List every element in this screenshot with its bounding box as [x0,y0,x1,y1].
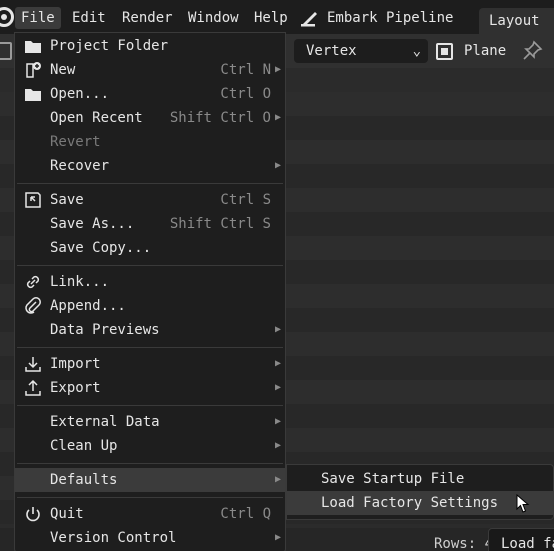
save-icon [25,192,41,208]
pin-icon[interactable] [521,40,543,62]
menu-item-label: Revert [50,134,101,150]
plane-icon[interactable] [436,43,453,60]
menu-window[interactable]: Window [182,7,245,29]
menu-separator [17,347,283,348]
menu-item-shortcut: Ctrl N [220,62,271,78]
submenu-item-save-startup-file[interactable]: Save Startup File [287,467,553,491]
submenu-item-label: Save Startup File [321,471,465,487]
folder-icon [25,41,41,53]
top-menu-bar: File Edit Render Window Help Embark Pipe… [0,0,554,34]
menu-item-revert: Revert [15,130,285,154]
menu-item-quit[interactable]: Quit Ctrl Q [15,502,285,526]
select-mode-value: Vertex [306,43,357,59]
menu-item-label: Data Previews [50,322,160,338]
menu-item-save-copy[interactable]: Save Copy... [15,236,285,260]
menu-item-data-previews[interactable]: Data Previews ▶ [15,318,285,342]
menu-item-clean-up[interactable]: Clean Up ▶ [15,434,285,458]
link-icon [26,275,40,289]
menu-item-link[interactable]: Link... [15,270,285,294]
append-icon [25,297,41,314]
submenu-arrow-icon: ▶ [274,532,281,543]
import-icon [25,357,41,372]
menu-separator [17,265,283,266]
menu-item-shortcut: Ctrl S [220,192,271,208]
menu-item-label: Export [50,380,101,396]
menu-item-external-data[interactable]: External Data ▶ [15,410,285,434]
menu-item-label: Open... [50,86,110,102]
menu-item-label: Quit [50,506,84,522]
menu-item-label: Open Recent [50,110,143,126]
submenu-arrow-icon: ▶ [274,416,281,427]
menu-item-label: Clean Up [50,438,118,454]
editor-type-icon[interactable] [0,42,12,60]
export-icon [25,379,41,396]
menu-help[interactable]: Help [248,7,294,29]
submenu-item-label: Load Factory Settings [321,495,499,511]
menu-item-label: Save As... [50,216,135,232]
menu-item-defaults[interactable]: Defaults ▶ [15,468,285,492]
menu-separator [17,497,283,498]
menu-item-label: Append... [50,298,126,314]
submenu-arrow-icon: ▶ [274,112,281,123]
menu-item-label: External Data [50,414,160,430]
menu-item-label: Import [50,356,101,372]
submenu-arrow-icon: ▶ [274,64,281,75]
menu-separator [17,405,283,406]
menu-item-label: New [50,62,76,78]
menu-item-import[interactable]: Import ▶ [15,352,285,376]
submenu-arrow-icon: ▶ [274,160,281,171]
menu-item-label: Recover [50,158,110,174]
menu-item-new[interactable]: New Ctrl N ▶ [15,58,285,82]
menu-item-shortcut: Ctrl Q [220,506,271,522]
menu-item-shortcut: Shift Ctrl O [169,110,271,126]
submenu-arrow-icon: ▶ [274,358,281,369]
chevron-down-icon: ⌄ [412,43,421,59]
submenu-item-load-factory-settings[interactable]: Load Factory Settings [287,491,553,515]
rows-count: Rows: 4 [434,536,494,551]
menu-item-recover[interactable]: Recover ▶ [15,154,285,178]
menu-item-label: Project Folder [50,38,169,54]
mouse-cursor-icon [516,494,530,513]
orientation-label[interactable]: Plane [464,41,506,61]
menu-item-label: Link... [50,274,110,290]
power-icon [26,507,40,522]
defaults-submenu: Save Startup File Load Factory Settings [286,464,554,520]
menu-item-label: Save Copy... [50,240,152,256]
menu-item-export[interactable]: Export ▶ [15,376,285,400]
menu-item-append[interactable]: Append... [15,294,285,318]
tab-layout[interactable]: Layout [479,8,554,34]
menu-separator [17,463,283,464]
menu-separator [17,183,283,184]
app-logo-icon[interactable] [0,7,14,27]
menu-item-open[interactable]: Open... Ctrl O [15,82,285,106]
menu-item-save[interactable]: Save Ctrl S [15,188,285,212]
menu-item-label: Defaults [50,472,118,488]
menu-item-label: Save [50,192,84,208]
menu-item-open-recent[interactable]: Open Recent Shift Ctrl O ▶ [15,106,285,130]
tooltip: Load fa [488,528,554,551]
menu-item-shortcut: Ctrl O [220,86,271,102]
file-menu-dropdown: Project Folder New Ctrl N ▶ Open... Ctrl… [14,32,286,551]
submenu-arrow-icon: ▶ [274,382,281,393]
menu-item-version-control[interactable]: Version Control ▶ [15,526,285,550]
menu-edit[interactable]: Edit [66,7,112,29]
new-file-icon [26,62,41,78]
submenu-arrow-icon: ▶ [274,440,281,451]
menu-file[interactable]: File [15,7,61,29]
menu-item-save-as[interactable]: Save As... Shift Ctrl S [15,212,285,236]
folder-open-icon [25,89,41,101]
menu-item-shortcut: Shift Ctrl S [169,216,271,232]
select-mode-dropdown[interactable]: Vertex ⌄ [294,39,428,63]
submenu-arrow-icon: ▶ [274,474,281,485]
menu-embark-pipeline[interactable]: Embark Pipeline [321,7,459,29]
menu-item-project-folder[interactable]: Project Folder [15,34,285,58]
menu-render[interactable]: Render [116,7,179,29]
submenu-arrow-icon: ▶ [274,324,281,335]
brush-icon [301,12,317,27]
menu-item-label: Version Control [50,530,177,546]
